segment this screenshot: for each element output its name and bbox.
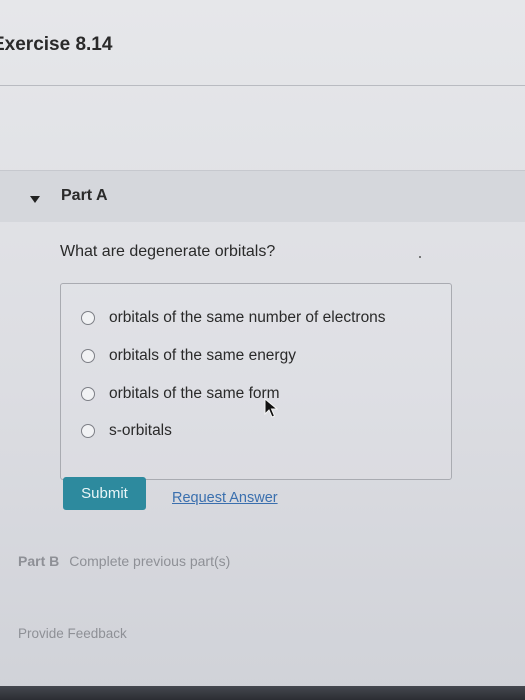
option-same-form[interactable]: orbitals of the same form [81, 383, 280, 405]
answer-options: orbitals of the same number of electrons… [60, 283, 452, 480]
part-a-label: Part A [61, 187, 108, 204]
question-text: What are degenerate orbitals? [60, 243, 276, 260]
option-same-energy[interactable]: orbitals of the same energy [81, 345, 296, 367]
bottom-edge [0, 686, 525, 700]
stray-dot [419, 256, 421, 258]
radio-button[interactable] [81, 311, 95, 325]
option-label: s-orbitals [109, 422, 172, 439]
exercise-title: Exercise 8.14 [0, 34, 113, 55]
page: Exercise 8.14 Part A What are degenerate… [0, 0, 525, 700]
mouse-pointer-icon [264, 398, 278, 418]
submit-button[interactable]: Submit [63, 477, 146, 510]
part-b-label: Part B [18, 553, 60, 569]
option-label: orbitals of the same form [109, 385, 280, 402]
option-same-number-of-electrons[interactable]: orbitals of the same number of electrons [81, 307, 386, 329]
exercise-header: Exercise 8.14 [0, 0, 525, 86]
part-b-status: Complete previous part(s) [69, 553, 231, 569]
radio-button[interactable] [81, 424, 95, 438]
part-b-row[interactable]: Part B Complete previous part(s) [18, 553, 230, 569]
caret-down-icon[interactable] [30, 196, 40, 203]
request-answer-link[interactable]: Request Answer [172, 490, 278, 506]
radio-button[interactable] [81, 349, 95, 363]
radio-button[interactable] [81, 387, 95, 401]
option-s-orbitals[interactable]: s-orbitals [81, 420, 172, 442]
provide-feedback-link[interactable]: Provide Feedback [18, 626, 127, 641]
option-label: orbitals of the same number of electrons [109, 309, 386, 326]
part-a-header[interactable]: Part A [0, 170, 525, 222]
option-label: orbitals of the same energy [109, 347, 296, 364]
